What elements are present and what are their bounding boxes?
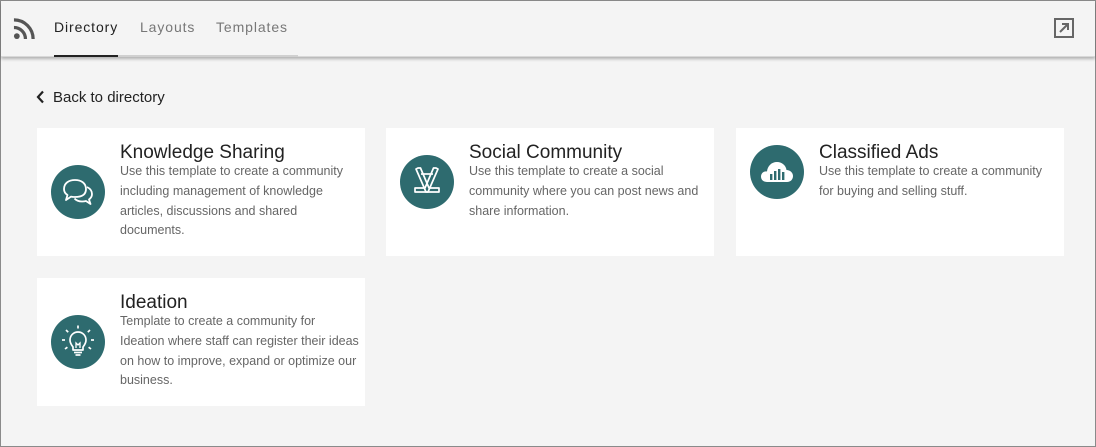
template-card-classified-ads[interactable]: Classified Ads Use this template to crea… — [736, 128, 1064, 256]
tab-layouts[interactable]: Layouts — [140, 1, 195, 57]
back-link-label: Back to directory — [53, 88, 165, 106]
tab-directory[interactable]: Directory — [54, 1, 119, 57]
card-description: Use this template to create a social com… — [469, 164, 699, 218]
card-icon-badge — [51, 165, 105, 219]
back-to-directory-link[interactable]: Back to directory — [36, 87, 165, 107]
top-navigation-bar: Directory Layouts Templates — [1, 1, 1095, 57]
card-icon-badge — [400, 155, 454, 209]
chevron-left-icon — [36, 90, 44, 104]
card-description: Template to create a community for Ideat… — [120, 314, 359, 388]
card-title: Ideation — [120, 292, 188, 313]
card-icon-badge — [750, 145, 804, 199]
card-icon-badge — [51, 315, 105, 369]
hockey-sticks-icon — [414, 167, 440, 193]
card-title: Classified Ads — [819, 142, 939, 163]
card-title: Knowledge Sharing — [120, 142, 285, 163]
card-title: Social Community — [469, 142, 623, 163]
tab-divider — [118, 55, 298, 57]
card-description: Use this template to create a community … — [120, 164, 344, 238]
cloud-chart-icon — [761, 162, 793, 182]
tab-templates[interactable]: Templates — [216, 1, 288, 57]
rss-feed-icon[interactable] — [13, 17, 36, 40]
card-description: Use this template to create a community … — [819, 164, 1043, 198]
chat-bubbles-icon — [63, 179, 93, 205]
open-external-icon[interactable] — [1053, 17, 1075, 39]
lightbulb-icon — [62, 325, 94, 356]
template-card-social-community[interactable]: Social Community Use this template to cr… — [386, 128, 714, 256]
template-card-ideation[interactable]: Ideation Template to create a community … — [37, 278, 365, 406]
template-card-knowledge-sharing[interactable]: Knowledge Sharing Use this template to c… — [37, 128, 365, 256]
